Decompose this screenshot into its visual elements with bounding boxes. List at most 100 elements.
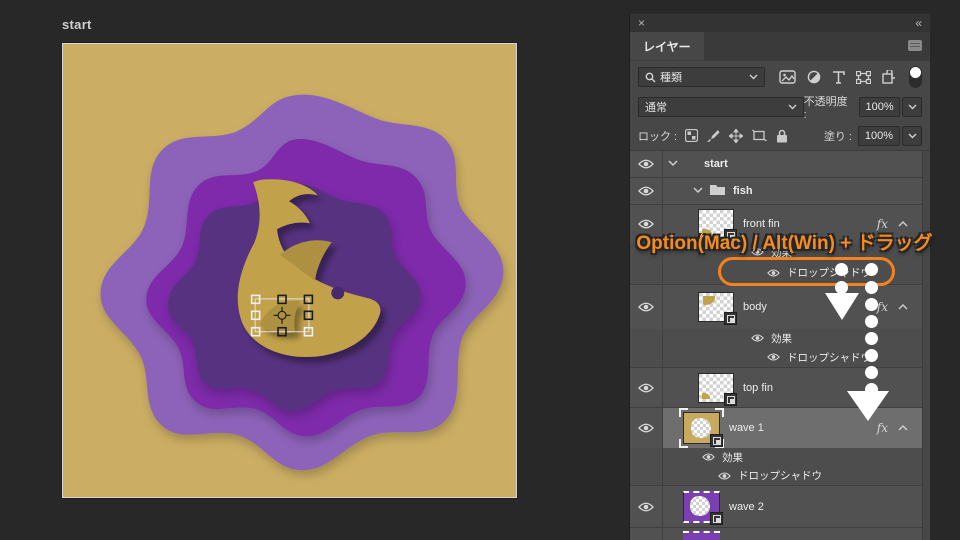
layer-row-start-group[interactable]: start xyxy=(630,151,922,177)
layer-thumbnail[interactable] xyxy=(683,490,723,525)
lock-paint-icon[interactable] xyxy=(707,129,720,142)
opacity-label: 不透明度 : xyxy=(803,96,848,121)
visibility-eye-icon[interactable] xyxy=(718,471,731,480)
layer-thumbnail xyxy=(683,530,720,540)
filter-toggle[interactable] xyxy=(909,66,922,88)
filter-type-layers-icon[interactable] xyxy=(832,70,845,84)
filter-row: 種類 xyxy=(630,60,930,93)
smart-object-badge-icon xyxy=(724,392,737,406)
fx-badge[interactable]: fx xyxy=(877,300,888,314)
tab-layers-label: レイヤー xyxy=(643,39,691,54)
expand-chevron-icon[interactable] xyxy=(668,160,678,167)
layer-name: wave 1 xyxy=(729,422,764,434)
annotation-text: Option(Mac) / Alt(Win) + ドラッグ xyxy=(636,233,933,254)
layer-thumbnail[interactable] xyxy=(698,372,737,406)
close-icon[interactable]: × xyxy=(638,17,645,29)
drop-shadow-label: ドロップシャドウ xyxy=(787,351,871,364)
visibility-eye-icon[interactable] xyxy=(638,159,654,169)
search-icon xyxy=(645,72,656,82)
panel-tabbar: レイヤー xyxy=(630,32,930,60)
filter-type-select[interactable]: 種類 xyxy=(638,67,765,87)
fish-eye xyxy=(331,286,345,300)
filter-smart-objects-icon[interactable] xyxy=(882,70,896,84)
document-tab-label[interactable]: start xyxy=(62,17,92,32)
panel-header: × « xyxy=(630,14,930,32)
blend-row: 通常 不透明度 : 100% xyxy=(630,93,930,121)
smart-object-badge-icon xyxy=(710,434,723,447)
drop-shadow-row[interactable]: ドロップシャドウ xyxy=(630,347,922,367)
visibility-eye-icon[interactable] xyxy=(638,302,654,312)
layer-thumbnail[interactable] xyxy=(679,408,724,448)
fill-label: 塗り : xyxy=(823,130,852,143)
visibility-eye-icon[interactable] xyxy=(638,423,654,433)
drag-path-dot xyxy=(835,263,848,276)
drop-shadow-label: ドロップシャドウ xyxy=(738,470,822,482)
layer-row-fish-group[interactable]: fish xyxy=(630,177,922,204)
filter-icon-group xyxy=(779,66,922,88)
lock-position-icon[interactable] xyxy=(729,128,744,143)
opacity-dropdown-button[interactable] xyxy=(902,97,923,117)
blend-mode-select[interactable]: 通常 xyxy=(638,97,804,117)
chevron-down-icon xyxy=(749,74,758,80)
layer-name: fish xyxy=(733,185,753,197)
tab-layers[interactable]: レイヤー xyxy=(630,32,704,60)
drop-shadow-row[interactable]: ドロップシャドウ xyxy=(630,466,922,485)
drag-path-dot xyxy=(865,263,878,276)
drag-arrowhead-wave1 xyxy=(847,391,889,421)
chevron-down-icon xyxy=(908,133,916,138)
lock-transparency-icon[interactable] xyxy=(685,129,699,142)
expand-chevron-icon[interactable] xyxy=(693,187,703,194)
visibility-eye-icon[interactable] xyxy=(638,186,654,196)
filter-adjustment-layers-icon[interactable] xyxy=(807,70,821,84)
layer-list: start fish front fin fx 効果 ドロップシャドウ body… xyxy=(630,151,930,540)
chevron-down-icon xyxy=(908,104,917,110)
fill-value[interactable]: 100% xyxy=(858,125,900,146)
drag-path-dot xyxy=(865,298,878,311)
smart-object-badge-icon xyxy=(724,312,737,325)
fx-badge[interactable]: fx xyxy=(877,421,888,435)
layer-name: start xyxy=(704,158,728,170)
collapse-fx-chevron-icon[interactable] xyxy=(898,425,908,431)
lock-all-icon[interactable] xyxy=(776,129,788,143)
filter-shape-layers-icon[interactable] xyxy=(856,70,871,84)
visibility-eye-icon[interactable] xyxy=(751,334,764,342)
effects-label: 効果 xyxy=(771,332,792,345)
collapse-fx-chevron-icon[interactable] xyxy=(898,304,908,310)
layer-row-body[interactable]: body fx xyxy=(630,284,922,329)
chevron-down-icon xyxy=(788,104,797,110)
collapse-panel-icon[interactable]: « xyxy=(915,17,922,29)
layer-row-partial[interactable] xyxy=(630,527,922,540)
collapse-fx-chevron-icon[interactable] xyxy=(898,221,908,227)
effects-label: 効果 xyxy=(722,451,743,464)
drag-path-dot xyxy=(865,332,878,345)
blend-mode-value: 通常 xyxy=(645,102,667,114)
canvas[interactable] xyxy=(62,43,517,498)
smart-object-badge-icon xyxy=(710,511,723,525)
effects-row[interactable]: 効果 xyxy=(630,329,922,347)
folder-icon xyxy=(710,185,725,195)
layer-name: body xyxy=(743,301,767,313)
drag-path-dot xyxy=(865,281,878,294)
drag-path-dot xyxy=(865,366,878,379)
artwork xyxy=(100,94,504,471)
lock-label: ロック : xyxy=(638,130,678,143)
fill-dropdown-button[interactable] xyxy=(902,125,922,146)
scrollbar-track[interactable] xyxy=(922,151,930,540)
visibility-eye-icon[interactable] xyxy=(638,502,654,512)
visibility-eye-icon[interactable] xyxy=(767,353,780,361)
filter-type-label: 種類 xyxy=(660,72,682,84)
visibility-eye-icon[interactable] xyxy=(702,453,715,461)
visibility-eye-icon[interactable] xyxy=(638,383,654,393)
layer-name: wave 2 xyxy=(729,500,764,513)
panel-menu-icon[interactable] xyxy=(908,40,922,51)
lock-artboard-icon[interactable] xyxy=(752,129,767,142)
layer-name: top fin xyxy=(743,381,773,394)
layer-thumbnail[interactable] xyxy=(698,292,737,325)
drag-arrowhead-body xyxy=(825,293,859,320)
effects-row[interactable]: 効果 xyxy=(630,448,922,466)
filter-pixel-layers-icon[interactable] xyxy=(779,70,796,84)
lock-row: ロック : 塗り : 100% xyxy=(630,121,930,151)
drag-path-dot xyxy=(865,315,878,328)
opacity-value[interactable]: 100% xyxy=(858,97,901,117)
layer-row-wave2[interactable]: wave 2 xyxy=(630,485,922,527)
